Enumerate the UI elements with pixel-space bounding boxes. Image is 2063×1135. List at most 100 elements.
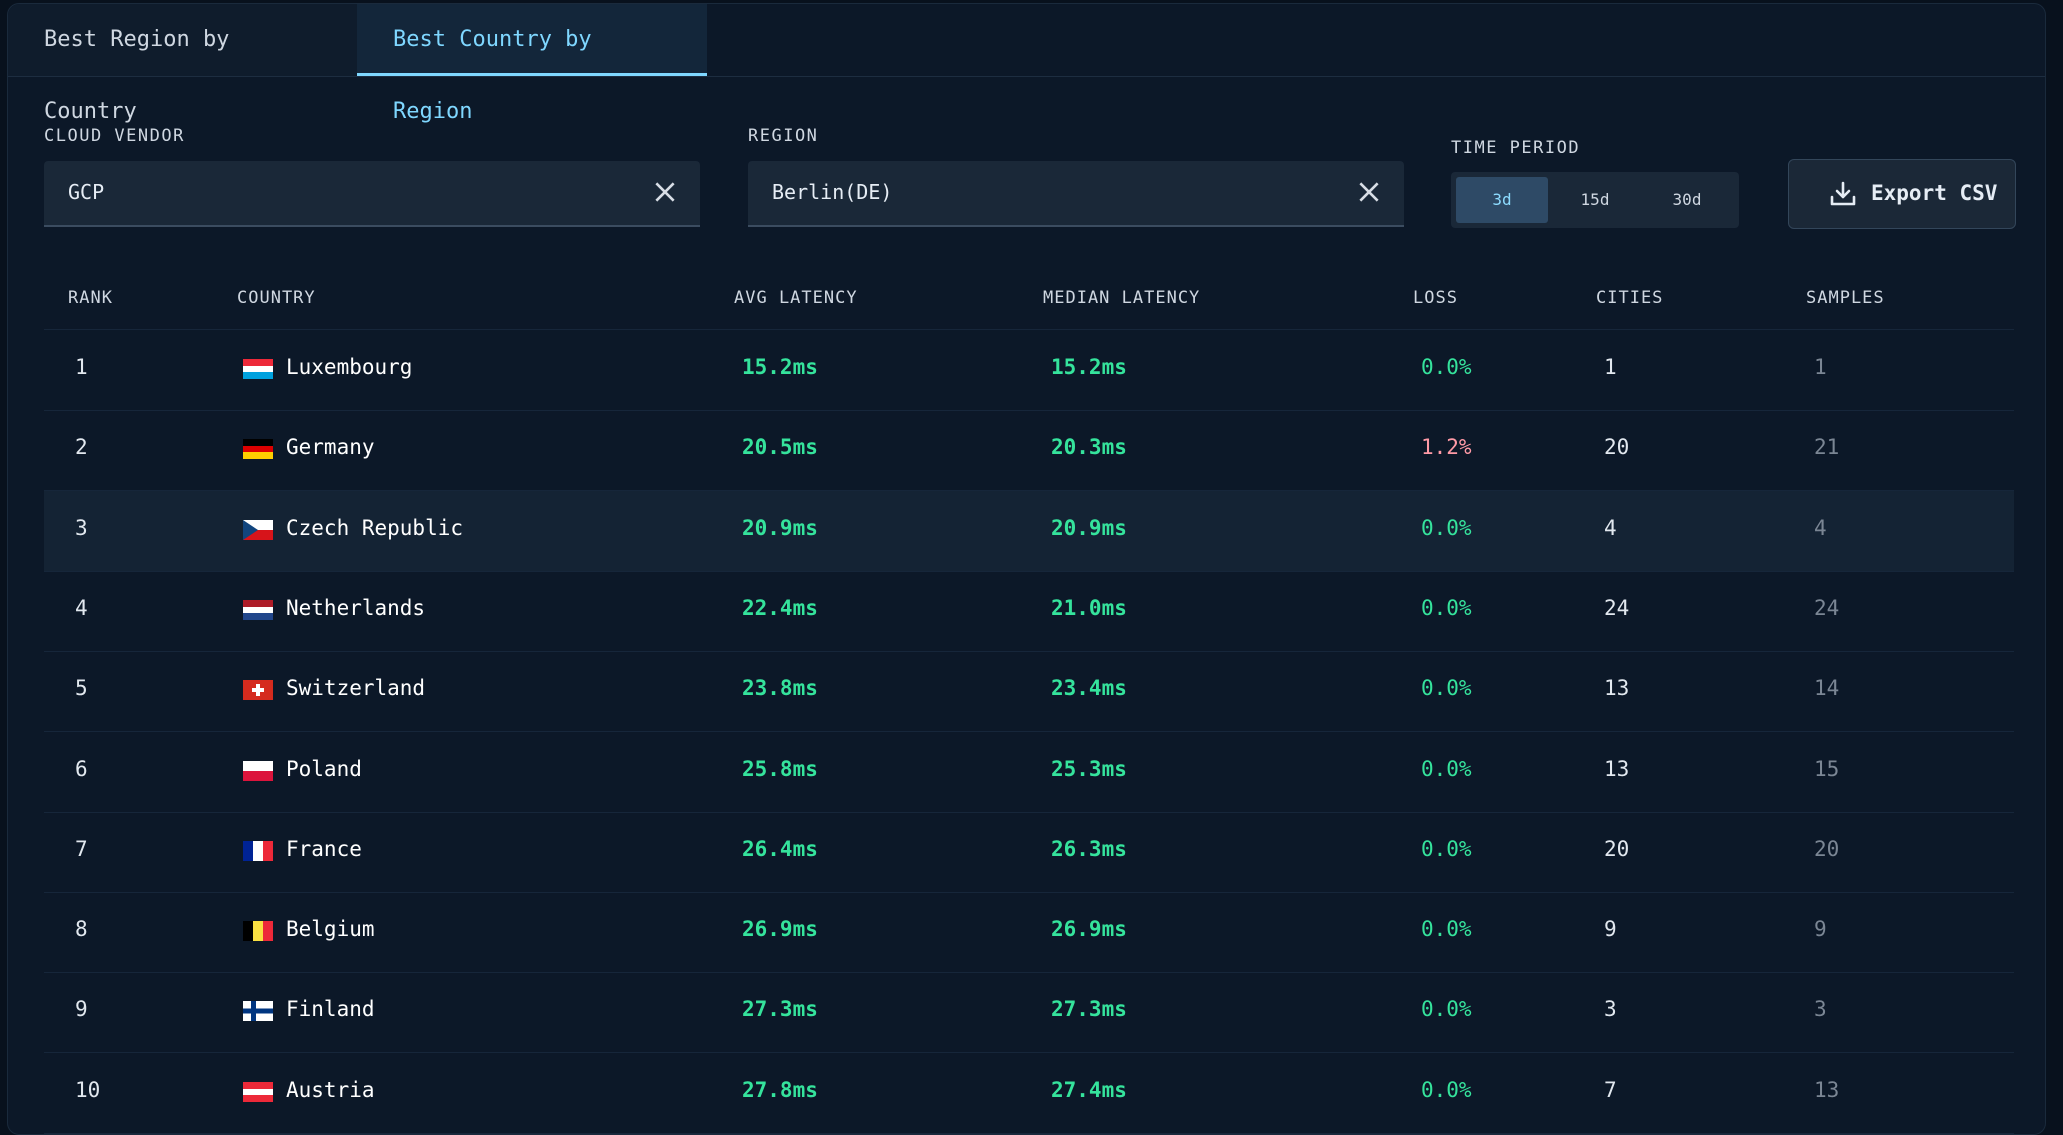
cities-cell: 9 [1604,917,1617,942]
table-row[interactable]: 2 Germany 20.5ms 20.3ms 1.2% 20 21 [44,410,2014,492]
samples-cell: 21 [1814,435,1840,460]
flag-nl-icon [243,599,273,620]
country-cell: Luxembourg [286,355,413,379]
samples-cell: 3 [1814,997,1827,1022]
header-samples[interactable]: SAMPLES [1806,288,1885,308]
table-row[interactable]: 3 Czech Republic 20.9ms 20.9ms 0.0% 4 4 [44,490,2014,572]
cities-cell: 13 [1604,756,1630,781]
region-value: Berlin(DE) [772,180,893,204]
avg-latency-cell: 15.2ms [742,355,818,379]
samples-cell: 14 [1814,676,1840,701]
loss-cell: 0.0% [1421,756,1472,781]
tab-best-region-by-country[interactable]: Best Region by Country [8,4,360,124]
avg-latency-cell: 20.9ms [742,515,818,540]
header-rank[interactable]: RANK [68,288,113,308]
samples-cell: 24 [1814,595,1840,620]
rank-cell: 8 [75,917,88,942]
loss-cell: 0.0% [1421,595,1472,620]
country-cell: Austria [286,1077,375,1102]
country-cell: France [286,836,362,861]
cities-cell: 20 [1604,836,1630,861]
header-loss[interactable]: LOSS [1413,288,1458,308]
samples-cell: 4 [1814,515,1827,540]
samples-cell: 13 [1814,1077,1840,1102]
export-csv-button[interactable]: Export CSV [1788,159,2016,229]
country-cell: Finland [286,997,375,1022]
loss-cell: 1.2% [1421,435,1472,460]
download-icon [1829,180,1857,208]
loss-cell: 0.0% [1421,997,1472,1022]
region-select[interactable]: Berlin(DE) [748,161,1404,227]
country-cell: Poland [286,756,362,781]
tab-best-country-by-region[interactable]: Best Country by Region [357,4,707,124]
flag-fi-icon [243,1001,273,1022]
tab-bar: Best Region by Country Best Country by R… [8,4,2045,124]
time-period-30d[interactable]: 30d [1641,177,1733,223]
table-row[interactable]: 6 Poland 25.8ms 25.3ms 0.0% 13 15 [44,732,2014,813]
loss-cell: 0.0% [1421,917,1472,942]
loss-cell: 0.0% [1421,515,1472,540]
header-cities[interactable]: CITIES [1596,288,1663,308]
cities-cell: 4 [1604,515,1617,540]
median-latency-cell: 21.0ms [1051,595,1127,620]
rank-cell: 3 [75,515,88,540]
time-period-label: TIME PERIOD [1451,138,1581,158]
table-row[interactable]: 9 Finland 27.3ms 27.3ms 0.0% 3 3 [44,972,2014,1054]
rank-cell: 4 [75,595,88,620]
table-row[interactable]: 7 France 26.4ms 26.3ms 0.0% 20 20 [44,812,2014,893]
cities-cell: 20 [1604,435,1630,460]
samples-cell: 1 [1814,355,1827,379]
cities-cell: 7 [1604,1077,1617,1102]
country-cell: Switzerland [286,676,426,701]
avg-latency-cell: 25.8ms [742,756,818,781]
median-latency-cell: 23.4ms [1051,676,1127,701]
header-median-latency[interactable]: MEDIAN LATENCY [1043,288,1200,308]
cloud-vendor-label: CLOUD VENDOR [44,126,185,146]
table-row[interactable]: 10 Austria 27.8ms 27.4ms 0.0% 7 13 [44,1053,2014,1134]
country-cell: Belgium [286,917,375,942]
flag-pl-icon [243,760,273,781]
flag-fr-icon [243,840,273,861]
cities-cell: 3 [1604,997,1617,1022]
loss-cell: 0.0% [1421,1077,1472,1102]
cities-cell: 13 [1604,676,1630,701]
loss-cell: 0.0% [1421,836,1472,861]
clear-region-icon[interactable] [1356,179,1382,205]
median-latency-cell: 15.2ms [1051,355,1127,379]
rank-cell: 9 [75,997,88,1022]
cloud-vendor-value: GCP [68,180,105,204]
table-row[interactable]: 8 Belgium 26.9ms 26.9ms 0.0% 9 9 [44,892,2014,974]
table-row[interactable]: 1 Luxembourg 15.2ms 15.2ms 0.0% 1 1 [44,330,2014,411]
rank-cell: 6 [75,756,88,781]
rank-cell: 2 [75,435,88,460]
median-latency-cell: 20.9ms [1051,515,1127,540]
median-latency-cell: 27.3ms [1051,997,1127,1022]
median-latency-cell: 26.9ms [1051,917,1127,942]
cloud-vendor-select[interactable]: GCP [44,161,700,227]
samples-cell: 15 [1814,756,1840,781]
time-period-3d[interactable]: 3d [1456,177,1548,223]
region-label: REGION [748,126,819,146]
table-row[interactable]: 5 Switzerland 23.8ms 23.4ms 0.0% 13 14 [44,651,2014,733]
flag-de-icon [243,439,273,460]
flag-cz-icon [243,519,273,540]
table-row[interactable]: 4 Netherlands 22.4ms 21.0ms 0.0% 24 24 [44,571,2014,652]
country-cell: Netherlands [286,595,426,620]
flag-be-icon [243,921,273,942]
flag-lu-icon [243,359,273,379]
time-period-toggle: 3d 15d 30d [1451,172,1739,228]
time-period-15d[interactable]: 15d [1549,177,1641,223]
header-country[interactable]: COUNTRY [237,288,316,308]
flag-ch-icon [243,680,273,701]
clear-cloud-vendor-icon[interactable] [652,179,678,205]
loss-cell: 0.0% [1421,355,1472,379]
avg-latency-cell: 27.3ms [742,997,818,1022]
avg-latency-cell: 22.4ms [742,595,818,620]
country-cell: Germany [286,435,375,460]
export-csv-label: Export CSV [1871,181,1998,205]
rank-cell: 10 [75,1077,101,1102]
header-avg-latency[interactable]: AVG LATENCY [734,288,858,308]
avg-latency-cell: 26.9ms [742,917,818,942]
samples-cell: 9 [1814,917,1827,942]
flag-at-icon [243,1081,273,1102]
